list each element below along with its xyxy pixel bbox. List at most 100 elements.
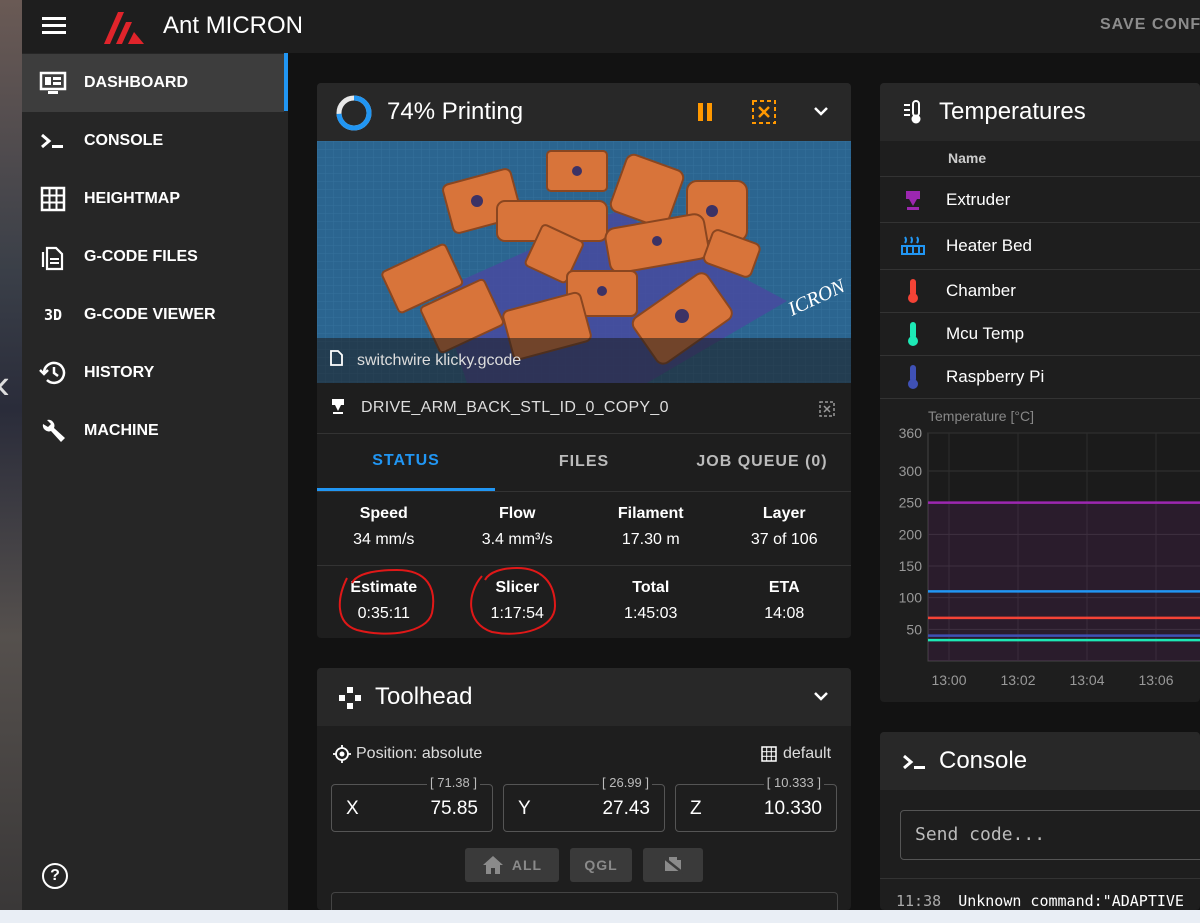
gamepad-icon	[337, 685, 363, 716]
chevron-down-icon[interactable]	[813, 688, 829, 709]
background-window-edge: ‹	[0, 0, 22, 910]
tab-files[interactable]: FILES	[495, 433, 673, 491]
printer-name: Ant MICRON	[163, 12, 304, 39]
chart-x-tick-label: 13:04	[1069, 672, 1104, 688]
os-taskbar	[0, 910, 1200, 923]
sidebar: DASHBOARD CONSOLE HEIGHTMAP G-CODE FILES…	[22, 53, 288, 910]
stat-speed: Speed 34 mm/s	[353, 505, 415, 548]
console-prompt-icon	[22, 131, 84, 151]
thermometer-lines-icon	[902, 99, 926, 130]
chart-y-tick-label: 300	[899, 463, 923, 479]
position-mode[interactable]: Position: absolute	[333, 745, 482, 763]
chart-y-tick-label: 50	[906, 621, 922, 637]
temp-row-heater-bed[interactable]: Heater Bed	[880, 222, 1200, 269]
console-log-text: Unknown command:"ADAPTIVE	[958, 892, 1184, 910]
home-all-button[interactable]: ALL	[465, 848, 559, 882]
sidebar-item-console[interactable]: CONSOLE	[22, 112, 284, 170]
toolhead-card-header: Toolhead	[317, 668, 851, 726]
red-annotation-circles	[338, 566, 557, 635]
x-position-field[interactable]: [ 71.38 ] X 75.85	[331, 775, 493, 832]
crosshair-icon	[333, 745, 351, 763]
current-object-name: DRIVE_ARM_BACK_STL_ID_0_COPY_0	[361, 399, 669, 416]
status-card: 74% Printing ICRON switchwire klicky.gco…	[317, 83, 851, 638]
stat-layer: Layer 37 of 106	[750, 505, 818, 548]
x-requested: [ 71.38 ]	[427, 775, 480, 790]
chart-y-tick-label: 150	[899, 558, 923, 574]
chart-x-tick-label: 13:00	[931, 672, 966, 688]
filename: switchwire klicky.gcode	[357, 351, 522, 369]
sidebar-item-label: MACHINE	[84, 422, 159, 439]
sidebar-item-gcode-viewer[interactable]: 3D G-CODE VIEWER	[22, 286, 284, 344]
wrench-icon	[22, 417, 84, 445]
sidebar-item-machine[interactable]: MACHINE	[22, 402, 284, 460]
hamburger-menu-icon[interactable]	[42, 14, 66, 36]
chart-x-tick-label: 13:06	[1138, 672, 1173, 688]
position-mode-label: Position: absolute	[356, 745, 483, 762]
profile-label: default	[783, 745, 832, 762]
exclude-object-icon[interactable]	[819, 401, 835, 422]
extruder-icon	[880, 189, 946, 211]
chevron-down-icon[interactable]	[813, 103, 829, 124]
dashboard-main: 74% Printing ICRON switchwire klicky.gco…	[288, 53, 1200, 911]
help-icon[interactable]: ?	[42, 863, 68, 889]
qgl-button[interactable]: QGL	[570, 848, 632, 882]
console-log-entry: 11:38 Unknown command:"ADAPTIVE	[896, 892, 1184, 910]
motors-off-button[interactable]	[643, 848, 703, 882]
temperature-chart: Temperature [°C] 360 300 250 200 150 100 50 13:0…	[899, 408, 1200, 688]
sidebar-item-heightmap[interactable]: HEIGHTMAP	[22, 170, 284, 228]
y-value: 27.43	[602, 798, 650, 819]
sidebar-item-history[interactable]: HISTORY	[22, 344, 284, 402]
pause-icon[interactable]	[697, 102, 712, 122]
monitor-dashboard-icon	[22, 71, 84, 95]
y-requested: [ 26.99 ]	[599, 775, 652, 790]
grid-icon	[22, 186, 84, 212]
chart-y-tick-label: 200	[899, 526, 923, 542]
temp-row-raspberry-pi[interactable]: Raspberry Pi	[880, 355, 1200, 399]
cancel-object-icon[interactable]	[751, 99, 777, 130]
send-code-input[interactable]: Send code...	[900, 810, 1200, 860]
toolhead-title: Toolhead	[375, 683, 473, 710]
chart-y-tick-label: 100	[899, 590, 923, 606]
x-value: 75.85	[430, 798, 478, 819]
console-card: Console Send code... 11:38 Unknown comma…	[880, 732, 1200, 910]
engine-off-icon	[662, 856, 684, 874]
temperatures-card: Temperatures Name Extruder Heater Bed Ch…	[880, 83, 1200, 702]
chevron-left-icon: ‹	[0, 360, 10, 408]
stat-flow: Flow 3.4 mm³/s	[481, 505, 553, 548]
status-card-header: 74% Printing	[317, 83, 851, 141]
sidebar-item-label: HISTORY	[84, 364, 155, 381]
file-document-icon	[22, 243, 84, 271]
column-header-name: Name	[948, 150, 987, 166]
profile-selector[interactable]: default	[761, 745, 831, 763]
save-config-button[interactable]: SAVE CONF	[1100, 16, 1200, 34]
temp-row-chamber[interactable]: Chamber	[880, 269, 1200, 312]
chart-x-tick-label: 13:02	[1000, 672, 1035, 688]
x-label: X	[346, 798, 359, 819]
y-position-field[interactable]: [ 26.99 ] Y 27.43	[503, 775, 665, 832]
z-requested: [ 10.333 ]	[763, 775, 824, 790]
radiator-icon	[880, 235, 946, 257]
tab-job-queue[interactable]: JOB QUEUE (0)	[673, 433, 851, 491]
console-prompt-icon	[902, 753, 928, 776]
z-value: 10.330	[763, 798, 822, 819]
3d-icon: 3D	[43, 306, 63, 324]
voron-logo	[104, 12, 144, 44]
current-object-row: DRIVE_ARM_BACK_STL_ID_0_COPY_0	[317, 383, 851, 434]
z-position-field[interactable]: [ 10.333 ] Z 10.330	[675, 775, 837, 832]
status-title: 74% Printing	[387, 98, 524, 125]
y-label: Y	[518, 798, 531, 819]
stat-filament: Filament 17.30 m	[617, 505, 684, 548]
sidebar-item-label: DASHBOARD	[84, 74, 188, 91]
app-bar: Ant MICRON SAVE CONF	[22, 0, 1200, 53]
sidebar-item-label: G-CODE FILES	[84, 248, 198, 265]
history-icon	[22, 360, 84, 386]
sidebar-item-gcode-files[interactable]: G-CODE FILES	[22, 228, 284, 286]
tab-status[interactable]: STATUS	[317, 433, 495, 491]
jog-buttons-row[interactable]	[331, 892, 838, 911]
temp-row-mcu[interactable]: Mcu Temp	[880, 312, 1200, 355]
sidebar-item-label: G-CODE VIEWER	[84, 306, 216, 323]
sidebar-item-dashboard[interactable]: DASHBOARD	[22, 54, 284, 112]
thermometer-icon	[880, 364, 946, 390]
temperatures-title: Temperatures	[939, 98, 1086, 125]
temp-row-extruder[interactable]: Extruder	[880, 176, 1200, 222]
